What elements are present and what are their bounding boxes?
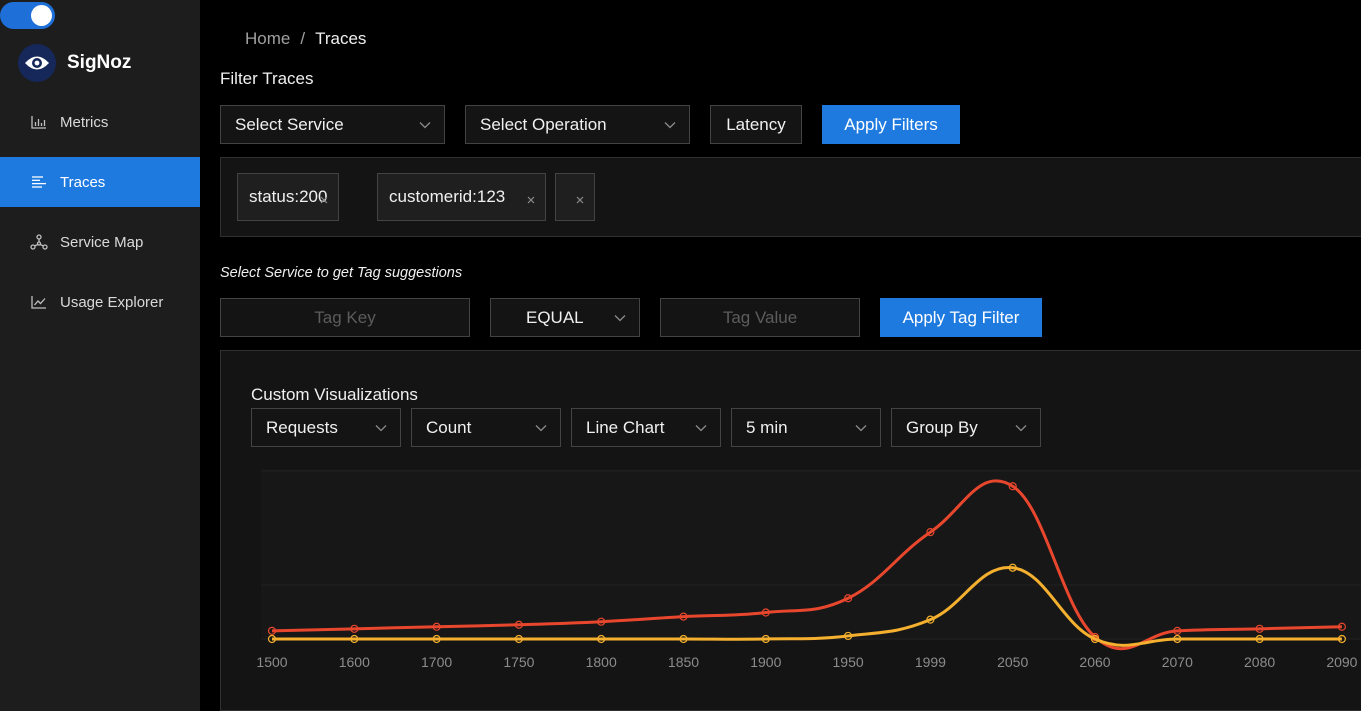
tag-label: status:200 bbox=[249, 187, 328, 206]
x-tick-label: 1700 bbox=[421, 654, 452, 670]
x-tick-label: 2070 bbox=[1162, 654, 1193, 670]
main-content: Home / Traces Filter Traces Select Service… bbox=[200, 0, 1361, 711]
x-tick-label: 1500 bbox=[256, 654, 287, 670]
x-tick-label: 1999 bbox=[915, 654, 946, 670]
close-icon[interactable] bbox=[526, 195, 536, 205]
chevron-down-icon bbox=[614, 315, 626, 322]
sidebar-item-traces[interactable]: Traces bbox=[0, 157, 200, 207]
x-tick-label: 1950 bbox=[833, 654, 864, 670]
sidebar-item-label: Traces bbox=[60, 173, 106, 191]
align-left-icon bbox=[30, 173, 48, 191]
service-select-value: Select Service bbox=[235, 114, 344, 134]
service-select[interactable]: Select Service bbox=[220, 105, 445, 144]
line-chart-icon bbox=[30, 293, 48, 311]
tag-label: customerid:123 bbox=[389, 187, 506, 206]
chevron-down-icon bbox=[664, 122, 676, 129]
sidebar-item-metrics[interactable]: Metrics bbox=[0, 97, 200, 147]
apply-filters-button[interactable]: Apply Filters bbox=[822, 105, 960, 144]
sidebar-item-label: Usage Explorer bbox=[60, 293, 164, 311]
operator-select-value: EQUAL bbox=[526, 307, 584, 327]
tag-key-input[interactable] bbox=[220, 298, 470, 337]
bar-chart-icon bbox=[30, 113, 48, 131]
operation-select[interactable]: Select Operation bbox=[465, 105, 690, 144]
apply-tag-filter-button[interactable]: Apply Tag Filter bbox=[880, 298, 1042, 337]
breadcrumb-home[interactable]: Home bbox=[245, 29, 290, 48]
sidebar-item-usage-explorer[interactable]: Usage Explorer bbox=[0, 277, 200, 327]
chevron-down-icon bbox=[419, 122, 431, 129]
selected-tags-box: status:200 customerid:123 bbox=[220, 157, 1361, 237]
x-tick-label: 1750 bbox=[503, 654, 534, 670]
x-tick-label: 2050 bbox=[997, 654, 1028, 670]
close-icon[interactable] bbox=[319, 195, 329, 205]
tag-chip bbox=[555, 173, 595, 221]
x-tick-label: 1800 bbox=[586, 654, 617, 670]
tag-suggestion-hint: Select Service to get Tag suggestions bbox=[220, 265, 463, 281]
eye-logo-icon bbox=[18, 44, 56, 82]
breadcrumb: Home / Traces bbox=[245, 29, 366, 49]
latency-button[interactable]: Latency bbox=[710, 105, 802, 144]
x-tick-label: 2090 bbox=[1326, 654, 1357, 670]
x-tick-label: 1600 bbox=[339, 654, 370, 670]
sidebar-item-label: Service Map bbox=[60, 233, 144, 251]
breadcrumb-current: Traces bbox=[315, 29, 367, 48]
breadcrumb-separator: / bbox=[300, 29, 306, 48]
x-tick-label: 1900 bbox=[750, 654, 781, 670]
plot-area bbox=[261, 469, 1361, 639]
brand[interactable]: SigNoz bbox=[18, 44, 131, 82]
deployment-unit-icon bbox=[30, 233, 48, 251]
tag-chip: customerid:123 bbox=[377, 173, 546, 221]
custom-visualizations-panel: Custom Visualizations Requests Count Lin… bbox=[220, 350, 1361, 711]
sidebar: SigNoz Metrics Traces Service Map Usage … bbox=[0, 0, 200, 711]
x-tick-label: 2060 bbox=[1079, 654, 1110, 670]
tag-value-input[interactable] bbox=[660, 298, 860, 337]
close-icon[interactable] bbox=[575, 195, 585, 205]
tag-chip: status:200 bbox=[237, 173, 339, 221]
operator-select[interactable]: EQUAL bbox=[490, 298, 640, 337]
theme-toggle[interactable] bbox=[0, 2, 55, 29]
x-tick-label: 1850 bbox=[668, 654, 699, 670]
filter-title: Filter Traces bbox=[220, 69, 314, 88]
brand-name: SigNoz bbox=[67, 52, 132, 73]
sidebar-item-service-map[interactable]: Service Map bbox=[0, 217, 200, 267]
operation-select-value: Select Operation bbox=[480, 114, 607, 134]
sidebar-nav: Metrics Traces Service Map Usage Explore… bbox=[0, 97, 200, 337]
x-tick-label: 2080 bbox=[1244, 654, 1275, 670]
line-chart: 1500 1600 1700 1750 1800 1850 1900 1950 1999 2050… bbox=[256, 469, 1361, 670]
sidebar-item-label: Metrics bbox=[60, 113, 109, 131]
toggle-knob bbox=[31, 5, 52, 26]
